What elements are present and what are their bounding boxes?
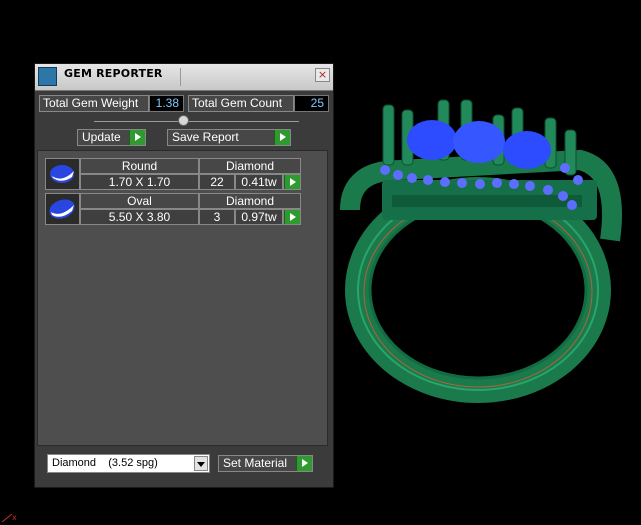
set-material-button[interactable]: Set Material <box>218 455 313 472</box>
total-gem-weight-value: 1.38 <box>149 95 184 112</box>
save-report-button[interactable]: Save Report <box>167 129 291 146</box>
gem-material: Diamond <box>199 158 301 174</box>
gem-row[interactable]: Oval Diamond 5.50 X 3.80 3 0.97tw <box>45 193 301 225</box>
material-select[interactable]: Diamond (3.52 spg) <box>47 454 210 473</box>
set-material-arrow-icon[interactable] <box>296 456 312 471</box>
gem-select-button[interactable] <box>283 209 301 225</box>
gem-material: Diamond <box>199 193 301 209</box>
gem-arrow-icon[interactable] <box>284 175 300 189</box>
axis-gizmo-icon: x <box>1 513 17 523</box>
gem-list[interactable]: Round Diamond 1.70 X 1.70 22 0.41tw Oval… <box>37 150 328 446</box>
total-gem-weight-label: Total Gem Weight <box>39 95 149 112</box>
gem-reporter-icon <box>38 67 57 86</box>
gem-size: 1.70 X 1.70 <box>80 174 199 190</box>
save-report-label: Save Report <box>172 130 239 144</box>
gem-reporter-panel: GEM REPORTER × Total Gem Weight 1.38 Tot… <box>34 63 334 488</box>
total-gem-count-value: 25 <box>294 95 329 112</box>
chevron-down-icon[interactable] <box>194 456 208 471</box>
gem-weight: 0.41tw <box>235 174 283 190</box>
gem-size: 5.50 X 3.80 <box>80 209 199 225</box>
gem-row[interactable]: Round Diamond 1.70 X 1.70 22 0.41tw <box>45 158 301 190</box>
gem-weight: 0.97tw <box>235 209 283 225</box>
round-gem-thumbnail <box>45 158 80 190</box>
gem-select-button[interactable] <box>283 174 301 190</box>
svg-text:x: x <box>12 513 17 522</box>
update-button[interactable]: Update <box>77 129 146 146</box>
splitter-track <box>94 121 299 122</box>
gem-shape: Round <box>80 158 199 174</box>
total-gem-count-label: Total Gem Count <box>188 95 294 112</box>
material-select-value: Diamond (3.52 spg) <box>52 457 158 469</box>
title-divider <box>180 68 181 86</box>
save-report-arrow-icon[interactable] <box>274 130 290 145</box>
gem-shape: Oval <box>80 193 199 209</box>
update-label: Update <box>82 130 121 144</box>
splitter-handle[interactable] <box>178 115 189 126</box>
panel-title: GEM REPORTER <box>64 67 163 80</box>
update-arrow-icon[interactable] <box>129 130 145 145</box>
oval-gem-thumbnail <box>45 193 80 225</box>
gem-arrow-icon[interactable] <box>284 210 300 224</box>
close-button[interactable]: × <box>315 68 330 82</box>
gem-count: 22 <box>199 174 235 190</box>
gem-count: 3 <box>199 209 235 225</box>
set-material-label: Set Material <box>223 456 288 470</box>
panel-titlebar[interactable]: GEM REPORTER × <box>35 64 333 91</box>
